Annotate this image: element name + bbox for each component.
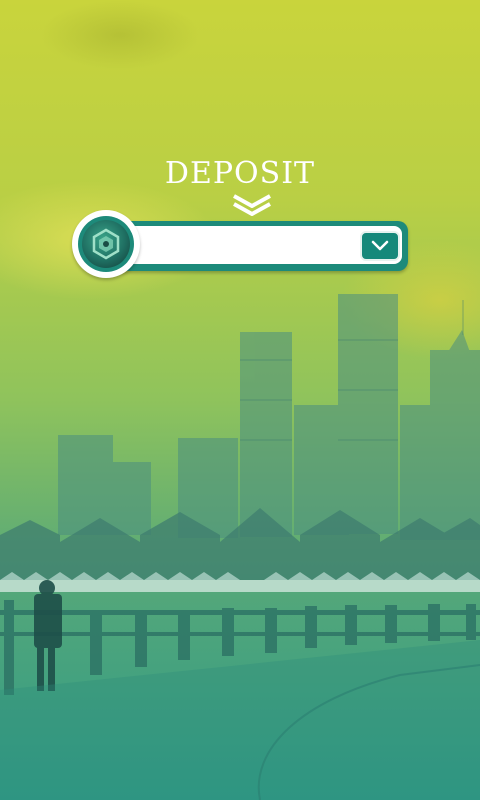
page-title: DEPOSIT [164,156,316,191]
city-background [0,0,480,800]
coin-emblem [92,228,120,260]
deposit-coin-selector[interactable] [72,210,410,280]
coin-logo-icon [72,210,140,278]
skyline-illustration [0,294,480,800]
sky-cloud [40,0,200,70]
chevron-down-icon [371,240,389,251]
dropdown-button[interactable] [360,231,400,261]
